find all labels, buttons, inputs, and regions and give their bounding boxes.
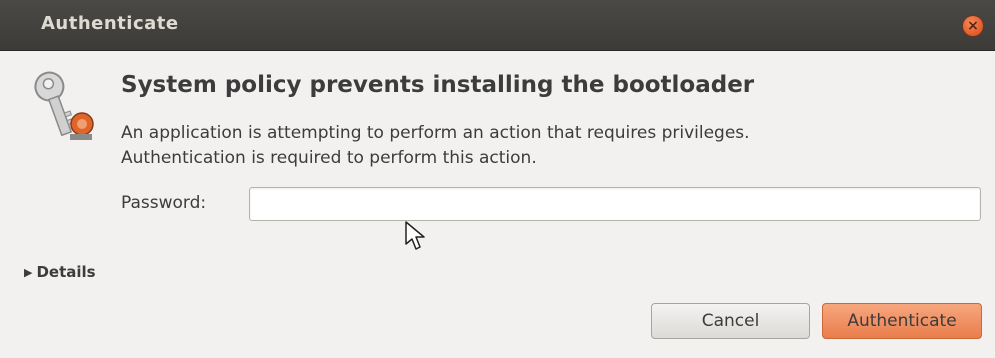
cancel-button[interactable]: Cancel [651,303,810,339]
message-line-1: An application is attempting to perform … [121,123,750,143]
title-bar: Authenticate × [0,0,995,51]
details-label: Details [36,263,96,281]
window-title: Authenticate [41,13,179,34]
dialog-message: An application is attempting to perform … [121,121,750,171]
message-line-2: Authentication is required to perform th… [121,148,537,168]
keys-icon [34,71,94,140]
password-field[interactable] [249,187,981,221]
dialog-heading: System policy prevents installing the bo… [121,72,755,98]
authenticate-button[interactable]: Authenticate [822,303,982,339]
details-expander[interactable]: ▶ Details [24,263,96,281]
mouse-cursor-icon [405,221,425,250]
close-icon[interactable]: × [963,16,983,36]
password-label: Password: [121,193,207,213]
triangle-right-icon: ▶ [24,265,33,279]
